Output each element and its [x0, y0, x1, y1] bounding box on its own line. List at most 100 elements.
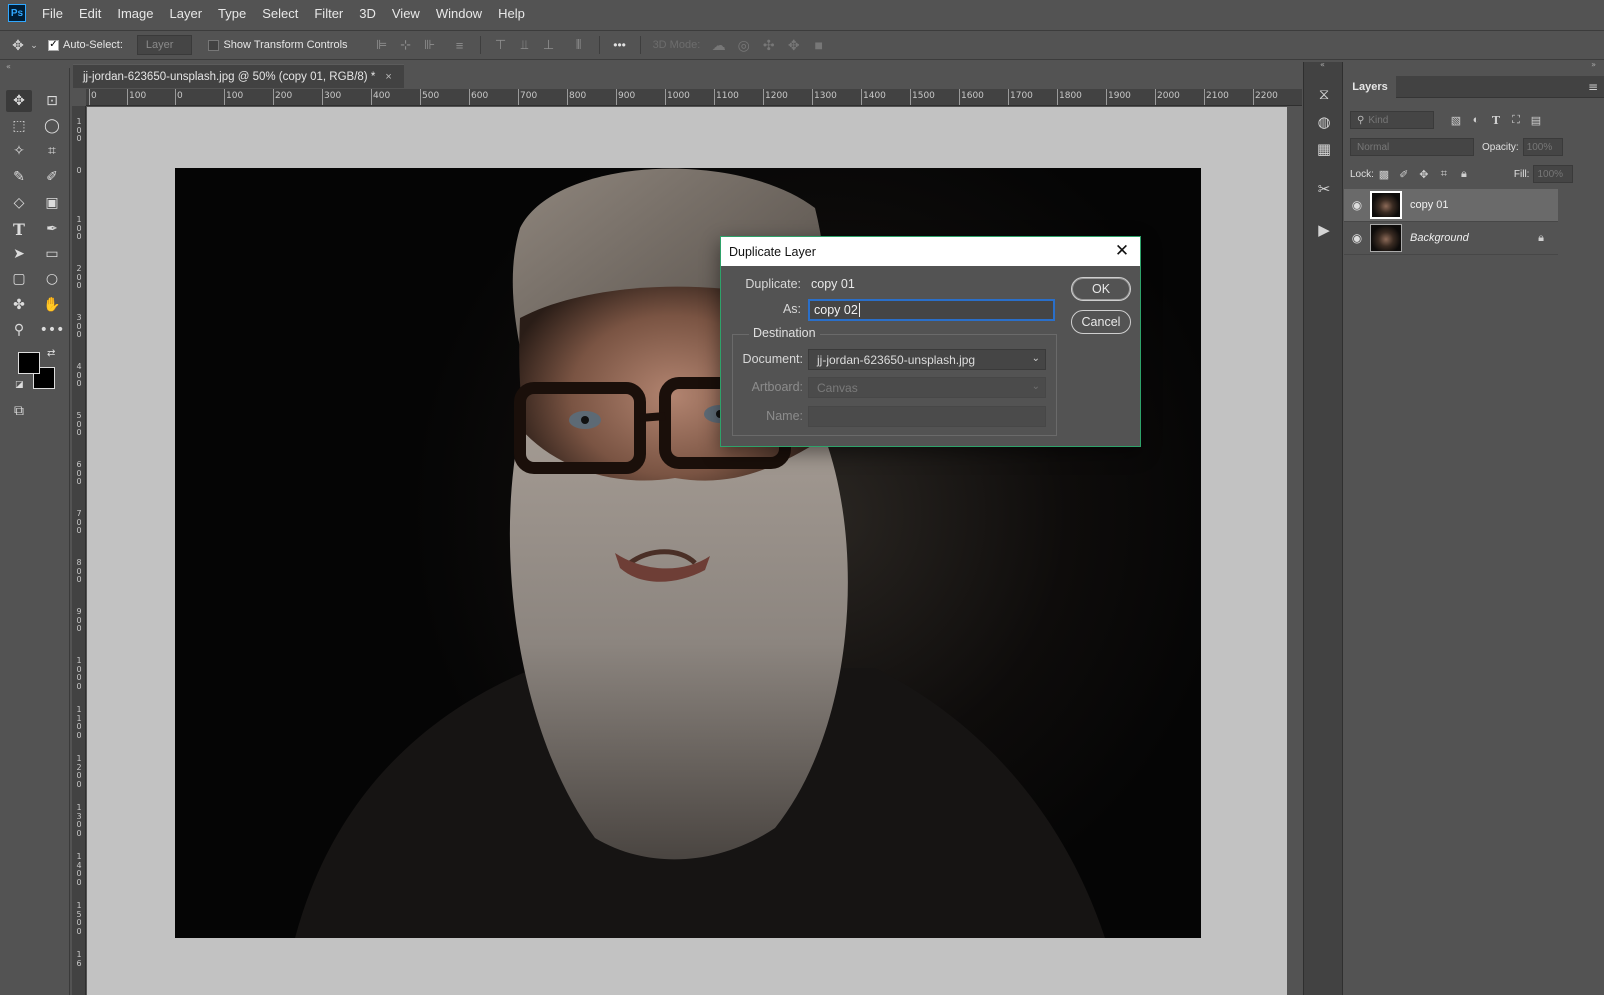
- menu-window[interactable]: Window: [436, 6, 482, 21]
- actions-play-icon[interactable]: ▶: [1314, 220, 1334, 240]
- expand-arrows-icon[interactable]: «: [1320, 60, 1325, 69]
- ruler-tick: [1008, 89, 1009, 105]
- gradient-tool-icon[interactable]: ▣: [39, 192, 65, 214]
- video-camera-icon[interactable]: ■: [806, 37, 831, 53]
- ruler-tick-label: 2 0 0: [76, 264, 82, 290]
- artboard-tool-icon[interactable]: ⊡: [39, 90, 65, 112]
- align-right-icon[interactable]: ⊪: [418, 37, 442, 53]
- lasso-tool-icon[interactable]: ◯: [39, 115, 65, 137]
- menu-layer[interactable]: Layer: [170, 6, 203, 21]
- default-colors-icon[interactable]: ◪: [15, 380, 24, 390]
- lock-artboard-icon[interactable]: ⌗: [1434, 164, 1454, 184]
- lock-all-icon[interactable]: 🔒︎: [1454, 164, 1474, 184]
- panel-menu-icon[interactable]: ≡: [1588, 80, 1598, 94]
- move-tool-preset-icon[interactable]: ✥: [8, 35, 28, 55]
- ruler-tick-label: 800: [569, 91, 587, 101]
- more-options-button[interactable]: •••: [608, 38, 632, 52]
- menu-file[interactable]: File: [42, 6, 63, 21]
- menu-select[interactable]: Select: [262, 6, 298, 21]
- align-bottom-icon[interactable]: ⊥: [537, 37, 561, 53]
- align-left-icon[interactable]: ⊫: [370, 37, 394, 53]
- menu-edit[interactable]: Edit: [79, 6, 101, 21]
- visibility-eye-icon[interactable]: ◉: [1344, 198, 1370, 212]
- filter-adjustment-icon[interactable]: ◐: [1466, 110, 1486, 130]
- ruler-tick: [371, 89, 372, 105]
- lock-position-icon[interactable]: ✥: [1414, 164, 1434, 184]
- lock-transparent-pixels-icon[interactable]: ▩: [1374, 164, 1394, 184]
- filter-smart-object-icon[interactable]: ▤: [1526, 110, 1546, 130]
- cancel-button[interactable]: Cancel: [1071, 310, 1131, 334]
- path-selection-icon[interactable]: ➤: [6, 243, 32, 265]
- brush-tool-icon[interactable]: ✐: [39, 166, 65, 188]
- rectangular-marquee-icon[interactable]: ⬚: [6, 115, 32, 137]
- tab-layers[interactable]: Layers: [1344, 76, 1396, 98]
- ellipse-tool-icon[interactable]: ○: [39, 268, 65, 290]
- foreground-color-swatch-front[interactable]: [18, 352, 40, 374]
- menu-image[interactable]: Image: [117, 6, 153, 21]
- as-name-input[interactable]: copy 02: [808, 299, 1055, 321]
- pen-tool-icon[interactable]: ✒: [39, 218, 65, 240]
- screen-mode-icon[interactable]: ⧉: [6, 400, 32, 422]
- collapse-arrows-icon[interactable]: «: [6, 62, 11, 71]
- hand-tool-icon[interactable]: ✋: [39, 294, 65, 316]
- pan-3d-icon[interactable]: ✣: [756, 37, 781, 54]
- color-panel-icon[interactable]: ◍: [1314, 112, 1334, 132]
- menu-help[interactable]: Help: [498, 6, 525, 21]
- crop-tool-icon[interactable]: ⌗: [39, 140, 65, 162]
- menu-3d[interactable]: 3D: [359, 6, 376, 21]
- layer-row-copy-01[interactable]: ◉ copy 01: [1344, 189, 1558, 222]
- eraser-tool-icon[interactable]: ◇: [6, 192, 32, 214]
- ruler-tick-label: 0: [76, 166, 82, 175]
- swatches-panel-icon[interactable]: ▦: [1314, 139, 1334, 159]
- distribute-vertical-icon[interactable]: ≡: [448, 38, 472, 53]
- filter-type-icon[interactable]: T: [1486, 110, 1506, 130]
- show-transform-controls-checkbox[interactable]: [208, 39, 220, 51]
- rounded-rectangle-icon[interactable]: ▢: [6, 268, 32, 290]
- filter-shape-icon[interactable]: ⛶: [1506, 110, 1526, 130]
- swap-colors-icon[interactable]: ⇄: [47, 348, 55, 359]
- tools-presets-panel-icon[interactable]: ✂: [1314, 179, 1334, 199]
- ruler-tick: [518, 89, 519, 105]
- menu-type[interactable]: Type: [218, 6, 246, 21]
- menu-view[interactable]: View: [392, 6, 420, 21]
- align-middle-vertical-icon[interactable]: ⫫: [513, 37, 537, 53]
- roll-3d-icon[interactable]: ◎: [731, 37, 756, 54]
- align-top-icon[interactable]: ⊤: [489, 37, 513, 53]
- opacity-field[interactable]: 100%: [1522, 138, 1563, 156]
- collapse-arrows-icon[interactable]: »: [1591, 60, 1596, 69]
- layer-name: Background: [1410, 232, 1469, 244]
- visibility-eye-icon[interactable]: ◉: [1344, 231, 1370, 245]
- history-panel-icon[interactable]: ⧖: [1314, 84, 1334, 104]
- zoom-tool-icon[interactable]: ⚲: [6, 319, 32, 341]
- lock-image-pixels-icon[interactable]: ✐: [1394, 164, 1414, 184]
- filter-pixel-icon[interactable]: ▧: [1446, 110, 1466, 130]
- rectangle-tool-icon[interactable]: ▭: [39, 243, 65, 265]
- document-tab[interactable]: jj-jordan-623650-unsplash.jpg @ 50% (cop…: [73, 64, 404, 88]
- more-tools-icon[interactable]: •••: [39, 319, 65, 341]
- distribute-horizontal-icon[interactable]: ⫴: [567, 37, 591, 53]
- ok-button[interactable]: OK: [1071, 277, 1131, 301]
- eyedropper-icon[interactable]: ✎: [6, 166, 32, 188]
- magic-wand-icon[interactable]: ✧: [6, 140, 32, 162]
- auto-select-checkbox[interactable]: [48, 39, 59, 51]
- document-dropdown[interactable]: jj-jordan-623650-unsplash.jpg ⌄: [808, 349, 1046, 370]
- blend-mode-dropdown[interactable]: Normal: [1350, 138, 1474, 156]
- layer-filter-dropdown[interactable]: ⚲ Kind: [1350, 111, 1434, 129]
- layer-name: copy 01: [1410, 199, 1449, 211]
- auto-select-target-dropdown[interactable]: Layer: [136, 35, 193, 55]
- move-tool-icon[interactable]: ✥: [6, 90, 32, 112]
- fill-field[interactable]: 100%: [1533, 165, 1574, 183]
- type-tool-icon[interactable]: T: [6, 218, 32, 240]
- align-center-horizontal-icon[interactable]: ⊹: [394, 37, 418, 53]
- as-label: As:: [782, 302, 801, 316]
- close-icon[interactable]: ✕: [1112, 241, 1132, 261]
- puppet-warp-icon[interactable]: ✤: [6, 294, 32, 316]
- close-icon[interactable]: ×: [385, 71, 391, 83]
- orbit-3d-icon[interactable]: ☁: [706, 37, 731, 54]
- ruler-tick-label: 3 0 0: [76, 313, 82, 339]
- layer-row-background[interactable]: ◉ Background 🔒︎: [1344, 222, 1558, 255]
- slide-3d-icon[interactable]: ✥: [781, 37, 806, 54]
- ruler-tick-label: 900: [618, 91, 636, 101]
- menu-filter[interactable]: Filter: [314, 6, 343, 21]
- chevron-down-icon[interactable]: ⌄: [28, 35, 40, 55]
